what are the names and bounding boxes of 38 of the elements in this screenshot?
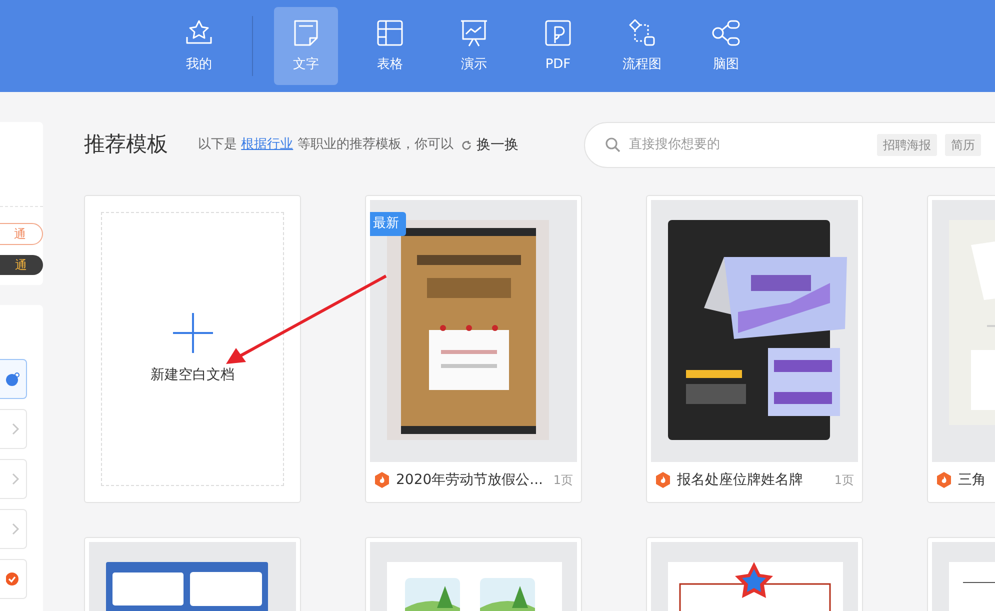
new-document-card[interactable]: 新建空白文档 [84,195,301,503]
chevron-right-icon [12,473,20,485]
refresh-button[interactable]: 换一换 [461,134,518,156]
refresh-icon [461,140,472,150]
nav-tab[interactable]: 脑图 [694,7,758,85]
new-document-label: 新建空白文档 [150,366,234,384]
search-tag[interactable]: 招聘海报 [877,134,937,156]
nav-tab[interactable]: 文字 [274,7,338,85]
search-field[interactable]: 直接搜你想要的 招聘海报 简历 [584,122,995,168]
nav-tab[interactable]: 流程图 [610,7,674,85]
chevron-right-icon [12,423,20,435]
bubble-icon [6,372,20,386]
nav-tab[interactable]: PDF [526,7,590,85]
search-tag[interactable]: 简历 [945,134,981,156]
plus-icon [172,312,212,352]
template-title: 报名处座位牌姓名牌 [677,470,803,490]
open-badge[interactable]: 通 [0,223,43,245]
search-input[interactable]: 直接搜你想要的 [629,135,869,155]
flame-badge-icon [936,472,952,488]
industry-link[interactable]: 根据行业 [241,137,294,152]
new-badge: 最新 [370,212,406,236]
template-card[interactable]: 最新 2020年劳动节放假公... 1页 [365,195,582,503]
nav-tab[interactable]: 演示 [442,7,506,85]
template-card[interactable]: 报名处座位牌姓名牌 1页 [646,195,863,503]
flame-badge-icon [374,472,390,488]
template-title: 2020年劳动节放假公... [396,470,543,490]
chevron-right-icon [12,523,20,535]
search-icon [605,137,621,153]
flame-badge-icon [655,472,671,488]
template-card[interactable]: 三角 [927,195,995,503]
nav-tab[interactable]: 表格 [358,7,422,85]
page-count: 1页 [834,472,854,489]
section-title: 推荐模板 [84,131,168,158]
nav-tab[interactable]: 我的 [167,7,231,85]
open-badge[interactable]: 通 [0,255,43,275]
page-count: 1页 [553,472,573,489]
template-title: 三角 [958,470,986,490]
section-subtitle: 以下是 根据行业 等职业的推荐模板，你可以 [198,136,454,154]
